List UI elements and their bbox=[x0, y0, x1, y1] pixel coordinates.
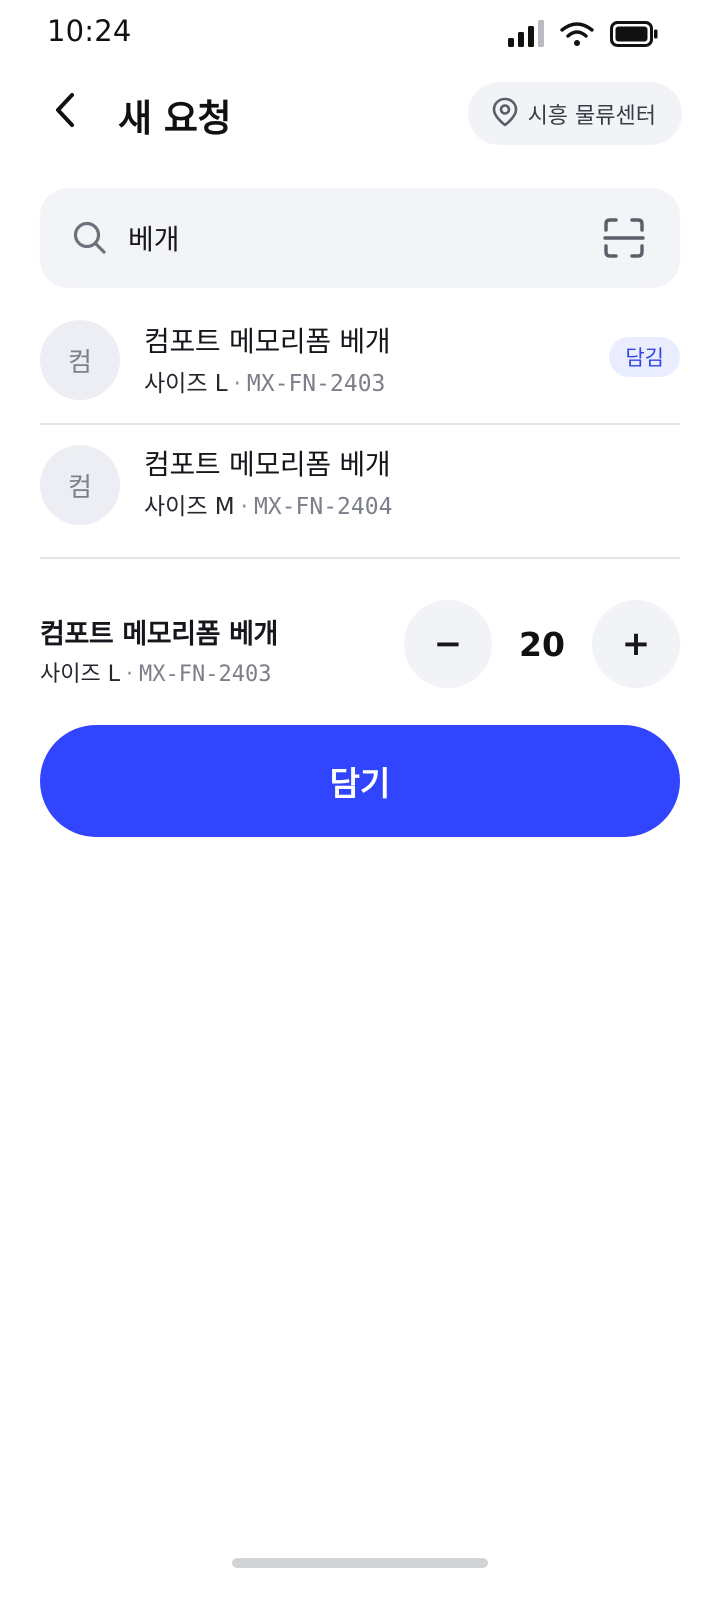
item-meta: 사이즈 L · MX-FN-2403 bbox=[144, 364, 385, 398]
location-label: 시흥 물류센터 bbox=[527, 103, 656, 129]
quantity-value: 20 bbox=[519, 624, 565, 664]
selected-item-panel: 컴포트 메모리폼 베개 사이즈 L · MX-FN-2403 − 20 + bbox=[40, 600, 680, 700]
wifi-icon bbox=[560, 21, 594, 51]
item-thumbnail: 컴 bbox=[40, 445, 120, 525]
status-icons bbox=[508, 20, 658, 52]
result-list: 컴 컴포트 메모리폼 베개 사이즈 L · MX-FN-2403 담김 컴 컴포트 … bbox=[40, 302, 680, 559]
chevron-left-icon bbox=[52, 92, 80, 132]
item-thumbnail: 컴 bbox=[40, 320, 120, 400]
item-size: 사이즈 L bbox=[144, 371, 228, 397]
item-name: 컴포트 메모리폼 베개 bbox=[144, 325, 391, 358]
battery-icon bbox=[610, 21, 658, 51]
item-sku: MX-FN-2403 bbox=[246, 371, 386, 397]
status-bar: 10:24 bbox=[0, 0, 720, 68]
selected-item-meta: 사이즈 L · MX-FN-2403 bbox=[40, 656, 271, 688]
list-item[interactable]: 컴 컴포트 메모리폼 베개 사이즈 M · MX-FN-2404 bbox=[40, 425, 680, 559]
search-icon bbox=[72, 220, 108, 260]
meta-separator: · bbox=[240, 494, 248, 520]
item-size: 사이즈 M bbox=[144, 494, 235, 520]
back-button[interactable] bbox=[40, 86, 92, 138]
selected-item-sku: MX-FN-2403 bbox=[138, 662, 272, 687]
map-pin-icon bbox=[492, 97, 518, 131]
add-button[interactable]: 담기 bbox=[40, 725, 680, 837]
home-indicator bbox=[232, 1558, 488, 1568]
selected-item-size: 사이즈 L bbox=[40, 662, 120, 687]
list-item[interactable]: 컴 컴포트 메모리폼 베개 사이즈 L · MX-FN-2403 담김 bbox=[40, 302, 680, 425]
quantity-stepper: − 20 + bbox=[404, 600, 680, 688]
item-meta: 사이즈 M · MX-FN-2404 bbox=[144, 487, 392, 521]
meta-separator: · bbox=[125, 662, 133, 687]
selected-item-name: 컴포트 메모리폼 베개 bbox=[40, 619, 278, 650]
status-time: 10:24 bbox=[47, 14, 132, 48]
item-sku: MX-FN-2404 bbox=[253, 494, 393, 520]
location-selector[interactable]: 시흥 물류센터 bbox=[467, 82, 682, 145]
increase-button[interactable]: + bbox=[592, 600, 680, 688]
page-title: 새 요청 bbox=[118, 97, 232, 140]
signal-icon bbox=[508, 20, 544, 52]
search-input[interactable] bbox=[128, 210, 588, 266]
added-badge: 담김 bbox=[609, 337, 680, 377]
header: 새 요청 시흥 물류센터 bbox=[0, 78, 720, 148]
meta-separator: · bbox=[233, 371, 241, 397]
item-name: 컴포트 메모리폼 베개 bbox=[144, 448, 391, 481]
decrease-button[interactable]: − bbox=[404, 600, 492, 688]
barcode-scan-icon[interactable] bbox=[602, 216, 646, 260]
search-box bbox=[40, 188, 680, 288]
